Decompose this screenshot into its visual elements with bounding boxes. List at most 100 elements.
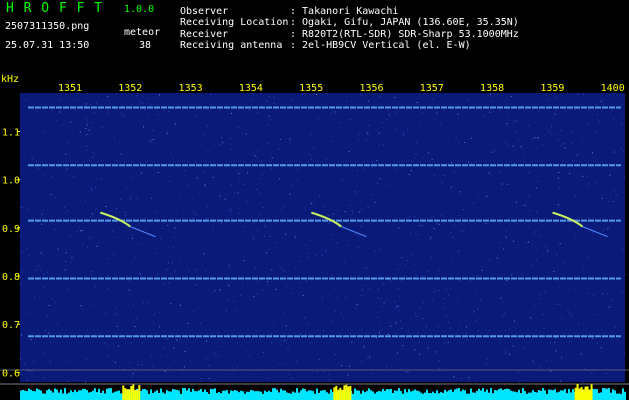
power-bin <box>212 389 214 400</box>
detection-label: meteor <box>124 27 161 38</box>
power-bin <box>566 393 568 400</box>
power-bin <box>514 391 516 400</box>
power-bin <box>98 388 100 400</box>
power-bin <box>70 390 72 400</box>
power-bin <box>468 393 470 400</box>
power-bin <box>54 388 56 400</box>
power-bin <box>306 391 308 400</box>
power-bin <box>230 390 232 400</box>
power-bin <box>548 389 550 400</box>
power-bin <box>224 390 226 400</box>
power-bin <box>194 391 196 400</box>
power-bar <box>0 384 629 400</box>
power-bin <box>56 389 58 400</box>
power-bin <box>300 390 302 400</box>
power-bin <box>58 392 60 400</box>
power-bin <box>38 389 40 400</box>
power-bin <box>110 388 112 400</box>
power-bin <box>96 392 98 400</box>
power-bin <box>162 392 164 400</box>
power-bin <box>504 389 506 400</box>
power-bin <box>22 389 24 400</box>
power-bin <box>256 391 258 400</box>
power-bin <box>552 390 554 400</box>
power-bin <box>476 390 478 400</box>
power-bin <box>320 390 322 400</box>
power-bin <box>446 391 448 400</box>
power-bin <box>554 389 556 400</box>
power-bin <box>90 391 92 400</box>
power-bin <box>168 391 170 400</box>
power-bin <box>214 388 216 400</box>
power-peak <box>122 385 125 400</box>
power-bin <box>178 390 180 400</box>
power-bin <box>400 391 402 400</box>
power-bin <box>610 392 612 400</box>
y-tick-label: 0.7 <box>2 320 20 331</box>
power-bin <box>394 390 396 400</box>
power-bin <box>428 393 430 400</box>
power-bin <box>600 392 602 400</box>
power-bin <box>172 388 174 400</box>
power-bin <box>180 393 182 400</box>
power-bin <box>360 393 362 400</box>
power-bin <box>618 393 620 400</box>
power-bin <box>144 389 146 400</box>
power-bin <box>434 393 436 400</box>
y-tick-label: 1.1 <box>2 128 20 139</box>
power-bin <box>108 388 110 400</box>
power-bin <box>488 392 490 400</box>
file-name: 2507311350.png <box>5 21 90 32</box>
power-bin <box>356 390 358 400</box>
power-bin <box>268 390 270 400</box>
power-bin <box>408 389 410 400</box>
power-bin <box>150 389 152 400</box>
x-tick-label: 1359 <box>540 83 564 94</box>
power-bin <box>442 392 444 400</box>
y-tick-label: 0.8 <box>2 272 20 283</box>
power-bin <box>208 393 210 400</box>
power-bin <box>316 388 318 400</box>
power-peak <box>335 385 338 400</box>
power-bin <box>418 391 420 400</box>
power-bin <box>220 393 222 400</box>
power-bin <box>406 392 408 400</box>
file-datetime: 25.07.31 13:50 <box>5 40 90 51</box>
hrofft-spectrogram-window: 1351 1352 1353 1354 1355 1356 1357 1358 1359 1400… <box>0 0 629 400</box>
power-bin <box>520 393 522 400</box>
power-bin <box>452 391 454 400</box>
power-bin <box>282 390 284 400</box>
power-bin <box>502 389 504 400</box>
power-bin <box>544 390 546 400</box>
power-bin <box>518 389 520 400</box>
power-bin <box>246 391 248 400</box>
power-bin <box>568 388 570 400</box>
power-peak <box>345 384 348 400</box>
power-bin <box>292 391 294 400</box>
power-bin <box>318 392 320 400</box>
power-bin <box>380 391 382 400</box>
power-bin <box>490 388 492 400</box>
power-bin <box>314 393 316 400</box>
power-bin <box>530 392 532 400</box>
power-bin <box>258 391 260 400</box>
power-bin <box>458 388 460 400</box>
power-bin <box>274 388 276 400</box>
meta-value-antenna: : 2el-HB9CV Vertical (el. E-W) <box>290 40 471 51</box>
power-bin <box>84 388 86 400</box>
power-bin <box>470 388 472 400</box>
power-bin <box>464 390 466 400</box>
power-bin <box>404 389 406 400</box>
power-bin <box>182 388 184 400</box>
x-tick-label: 1352 <box>118 83 142 94</box>
power-bin <box>218 391 220 400</box>
power-bin <box>82 388 84 400</box>
power-bin <box>354 388 356 400</box>
power-bin <box>216 392 218 400</box>
power-peak <box>339 387 342 400</box>
power-bin <box>192 388 194 400</box>
power-bin <box>496 390 498 400</box>
x-tick-label: 1357 <box>420 83 444 94</box>
power-bin <box>104 393 106 400</box>
power-bin <box>308 390 310 400</box>
